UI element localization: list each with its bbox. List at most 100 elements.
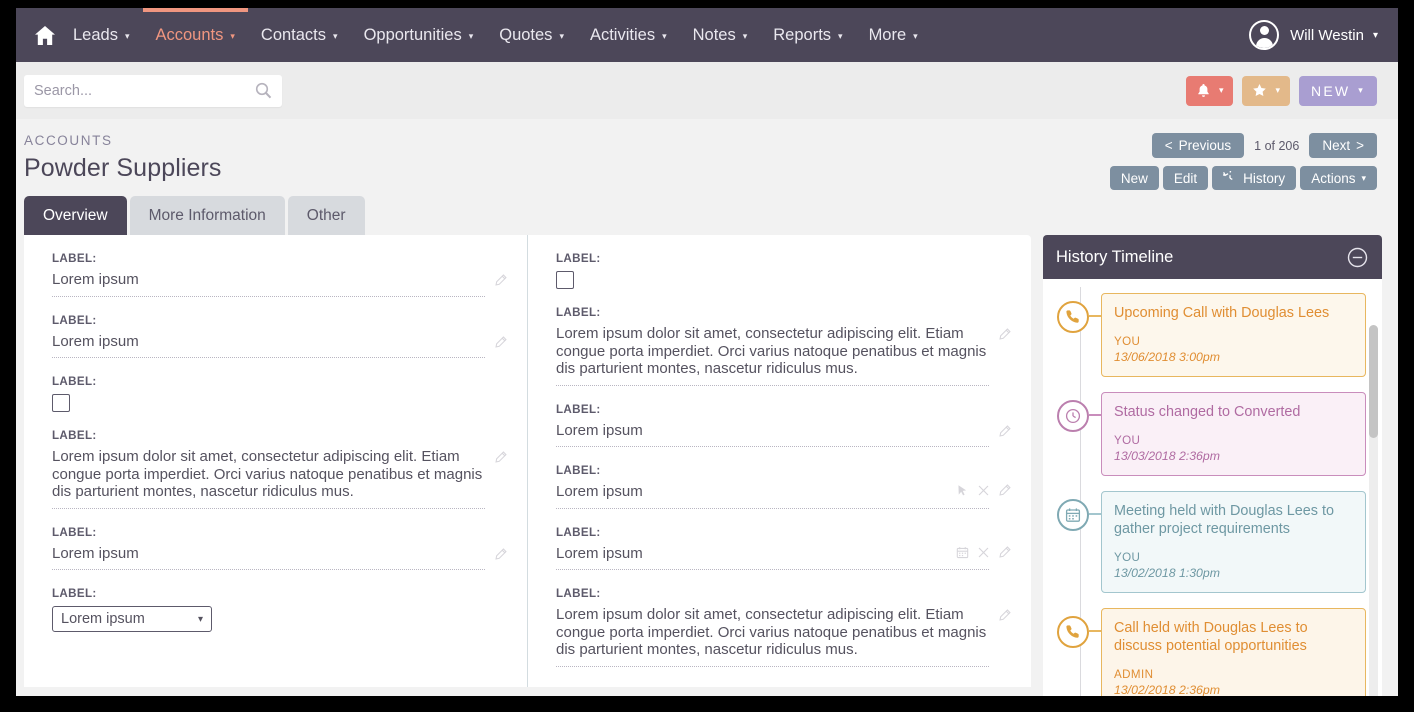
pencil-icon[interactable] — [998, 609, 1011, 622]
history-timeline-panel: History Timeline Upcoming Call with Doug… — [1043, 235, 1382, 696]
minus-circle-icon[interactable] — [1347, 247, 1368, 268]
field-value[interactable]: Lorem ipsum — [556, 422, 989, 447]
nav-item-label: More — [869, 26, 907, 45]
field-underline — [52, 296, 485, 297]
chevron-down-icon: ▾ — [198, 614, 203, 625]
timeline-entry[interactable]: Meeting held with Douglas Lees to gather… — [1056, 491, 1366, 593]
search-box[interactable] — [24, 75, 282, 107]
field-value[interactable]: Lorem ipsum — [556, 483, 989, 508]
primary-nav-list: Leads▾Accounts▾Contacts▾Opportunities▾Qu… — [60, 8, 931, 62]
next-label: Next — [1322, 138, 1350, 153]
form-field: LABEL:Lorem ipsum — [556, 526, 1011, 571]
timeline-entry-title: Upcoming Call with Douglas Lees — [1114, 304, 1353, 322]
pencil-icon[interactable] — [998, 425, 1011, 438]
nav-item-contacts[interactable]: Contacts▾ — [248, 8, 351, 62]
chevron-down-icon: ▾ — [1358, 85, 1365, 96]
previous-arrow-icon: < — [1165, 138, 1173, 153]
nav-item-accounts[interactable]: Accounts ▾ — [143, 8, 248, 62]
quick-action-buttons: ▾ ▾ NEW ▾ — [1186, 76, 1398, 106]
timeline-entry[interactable]: Upcoming Call with Douglas LeesYOU13/06/… — [1056, 293, 1366, 377]
alerts-button[interactable]: ▾ — [1186, 76, 1234, 106]
select-input[interactable]: Lorem ipsum▾ — [52, 606, 212, 632]
edit-record-label: Edit — [1174, 171, 1197, 186]
new-button[interactable]: NEW ▾ — [1299, 76, 1377, 106]
checkbox-input[interactable] — [52, 394, 70, 412]
chevron-down-icon: ▾ — [743, 31, 748, 42]
clear-icon[interactable] — [977, 484, 990, 497]
timeline-entry-title: Meeting held with Douglas Lees to gather… — [1114, 502, 1353, 538]
pencil-icon[interactable] — [494, 548, 507, 561]
pencil-icon[interactable] — [494, 274, 507, 287]
app-viewport: Leads▾Accounts▾Contacts▾Opportunities▾Qu… — [16, 8, 1398, 696]
timeline-card[interactable]: Call held with Douglas Lees to discuss p… — [1101, 608, 1366, 696]
cursor-icon[interactable] — [956, 484, 969, 497]
next-record-button[interactable]: Next > — [1309, 133, 1377, 158]
timeline-card[interactable]: Status changed to ConvertedYOU13/03/2018… — [1101, 392, 1366, 476]
record-counter: 1 of 206 — [1254, 139, 1299, 153]
pencil-icon[interactable] — [494, 451, 507, 464]
nav-item-notes[interactable]: Notes▾ — [680, 8, 761, 62]
chevron-down-icon: ▾ — [230, 31, 235, 42]
pencil-icon[interactable] — [998, 546, 1011, 559]
calendar-icon[interactable] — [1065, 507, 1081, 523]
timeline-entry-author: YOU — [1114, 434, 1353, 447]
search-icon[interactable] — [255, 82, 272, 99]
pencil-icon[interactable] — [494, 451, 507, 464]
edit-record-button[interactable]: Edit — [1163, 166, 1208, 190]
field-value[interactable]: Lorem ipsum — [556, 545, 989, 570]
pencil-icon[interactable] — [998, 328, 1011, 341]
pencil-icon[interactable] — [998, 484, 1011, 497]
chevron-down-icon: ▾ — [333, 31, 338, 42]
home-button[interactable] — [16, 26, 60, 45]
field-underline — [52, 569, 485, 570]
checkbox-input[interactable] — [556, 271, 574, 289]
pencil-icon[interactable] — [998, 425, 1011, 438]
chevron-down-icon: ▾ — [662, 31, 667, 42]
nav-item-more[interactable]: More ▾ — [856, 8, 931, 62]
record-body: LABEL:Lorem ipsum LABEL:Lorem ipsum LABEL:… — [16, 235, 1398, 696]
timeline-entry[interactable]: Status changed to ConvertedYOU13/03/2018… — [1056, 392, 1366, 476]
actions-menu-button[interactable]: Actions ▾ — [1300, 166, 1377, 190]
form-field: LABEL:Lorem ipsum dolor sit amet, consec… — [556, 587, 1011, 667]
search-input[interactable] — [34, 83, 255, 99]
field-underline — [52, 357, 485, 358]
field-value[interactable]: Lorem ipsum — [52, 333, 485, 358]
previous-record-button[interactable]: < Previous — [1152, 133, 1244, 158]
timeline-scroll-thumb[interactable] — [1369, 325, 1378, 438]
nav-item-leads[interactable]: Leads▾ — [60, 8, 143, 62]
nav-item-activities[interactable]: Activities▾ — [577, 8, 680, 62]
pencil-icon[interactable] — [494, 548, 507, 561]
new-record-label: New — [1121, 171, 1148, 186]
nav-item-reports[interactable]: Reports▾ — [760, 8, 855, 62]
clear-icon[interactable] — [977, 546, 990, 559]
field-value[interactable]: Lorem ipsum dolor sit amet, consectetur … — [556, 325, 989, 385]
pencil-icon[interactable] — [494, 274, 507, 287]
timeline-card[interactable]: Meeting held with Douglas Lees to gather… — [1101, 491, 1366, 593]
favorites-button[interactable]: ▾ — [1242, 76, 1290, 106]
form-field: LABEL:Lorem ipsum — [556, 403, 1011, 448]
tab-overview[interactable]: Overview — [24, 196, 127, 235]
field-value[interactable]: Lorem ipsum dolor sit amet, consectetur … — [556, 606, 989, 666]
timeline-entry[interactable]: Call held with Douglas Lees to discuss p… — [1056, 608, 1366, 696]
tab-other[interactable]: Other — [288, 196, 365, 235]
field-value[interactable]: Lorem ipsum — [52, 545, 485, 570]
phone-icon — [1065, 624, 1081, 640]
field-value[interactable]: Lorem ipsum — [52, 271, 485, 296]
record-action-buttons: New Edit History Actions ▾ — [1110, 166, 1377, 190]
pencil-icon[interactable] — [998, 609, 1011, 622]
nav-item-opportunities[interactable]: Opportunities▾ — [351, 8, 487, 62]
pencil-icon[interactable] — [998, 328, 1011, 341]
user-menu[interactable]: Will Westin ▾ — [1249, 20, 1398, 50]
history-button[interactable]: History — [1212, 166, 1296, 190]
new-record-button[interactable]: New — [1110, 166, 1159, 190]
pencil-icon[interactable] — [494, 336, 507, 349]
timeline-scrollbar[interactable] — [1369, 325, 1378, 696]
chevron-down-icon: ▾ — [913, 31, 918, 42]
calendar-icon[interactable] — [956, 546, 969, 559]
nav-item-quotes[interactable]: Quotes▾ — [486, 8, 577, 62]
tab-more-information[interactable]: More Information — [130, 196, 285, 235]
pencil-icon[interactable] — [494, 336, 507, 349]
timeline-card[interactable]: Upcoming Call with Douglas LeesYOU13/06/… — [1101, 293, 1366, 377]
nav-item-label: Accounts — [156, 26, 224, 45]
field-value[interactable]: Lorem ipsum dolor sit amet, consectetur … — [52, 448, 485, 508]
